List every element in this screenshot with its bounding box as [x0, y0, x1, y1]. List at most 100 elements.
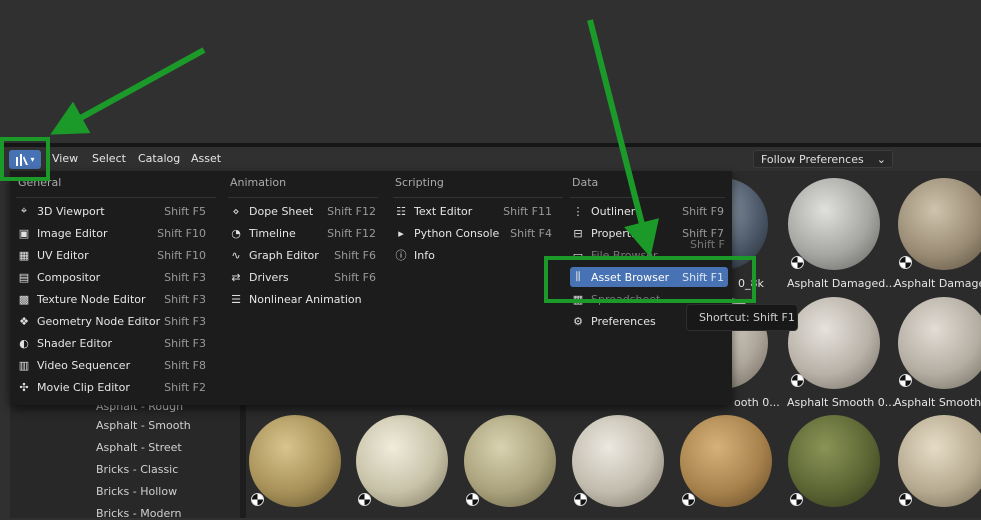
- menu-item-shader-editor[interactable]: ◐ Shader Editor: [16, 333, 112, 353]
- highlight-box-asset-browser: [544, 256, 756, 303]
- menu-asset[interactable]: Asset: [191, 152, 221, 165]
- geometry-node-icon: ❖: [19, 314, 29, 328]
- asset-browser-header: ▾ View Select Catalog Asset Follow Prefe…: [0, 147, 981, 171]
- asset-thumbnail[interactable]: [356, 415, 448, 507]
- image-editor-icon: ▣: [18, 226, 30, 240]
- menu-item-image-editor[interactable]: ▣ Image Editor: [16, 223, 108, 243]
- column-header-animation: Animation: [230, 176, 287, 189]
- menu-catalog[interactable]: Catalog: [138, 152, 180, 165]
- menu-item-label: Outliner: [591, 204, 636, 218]
- text-editor-icon: ☷: [396, 204, 406, 218]
- menu-item-label: Texture Node Editor: [37, 292, 146, 306]
- asset-thumbnail[interactable]: [572, 415, 664, 507]
- asset-type-icon: [790, 493, 803, 506]
- shortcut-label: Shift F3: [164, 315, 206, 328]
- separator: [393, 197, 563, 198]
- python-console-icon: ▸: [398, 226, 404, 240]
- menu-item-label: UV Editor: [37, 248, 89, 262]
- asset-type-icon: [899, 374, 912, 387]
- asset-name: Asphalt Damaged...: [787, 277, 896, 290]
- properties-icon: ⊟: [573, 226, 583, 240]
- asset-thumbnail[interactable]: [898, 297, 981, 389]
- nla-icon: ☰: [231, 292, 241, 306]
- shortcut-label: Shift F10: [157, 249, 206, 262]
- menu-item-label: Dope Sheet: [249, 204, 314, 218]
- menu-item-drivers[interactable]: ⇄ Drivers: [228, 267, 288, 287]
- asset-thumbnail[interactable]: [898, 415, 981, 507]
- menu-item-preferences[interactable]: ⚙ Preferences: [570, 311, 656, 331]
- shader-editor-icon: ◐: [19, 336, 29, 350]
- shortcut-label: Shift F11: [503, 205, 552, 218]
- shortcut-label: Shift F3: [164, 271, 206, 284]
- catalog-item[interactable]: Bricks - Hollow: [96, 485, 177, 498]
- menu-item-label: Text Editor: [414, 204, 473, 218]
- shortcut-label: Shift F4: [510, 227, 552, 240]
- shortcut-file-browser: Shift F: [690, 238, 725, 251]
- graph-editor-icon: ∿: [231, 248, 241, 262]
- menu-item-graph-editor[interactable]: ∿ Graph Editor: [228, 245, 318, 265]
- menu-item-text-editor[interactable]: ☷ Text Editor: [393, 201, 472, 221]
- menu-item-movie-clip-editor[interactable]: ✣ Movie Clip Editor: [16, 377, 130, 397]
- menu-item-label: Preferences: [591, 314, 656, 328]
- menu-item-video-sequencer[interactable]: ▥ Video Sequencer: [16, 355, 130, 375]
- asset-library-dropdown[interactable]: Follow Preferences ⌄: [753, 150, 893, 168]
- asset-thumbnail[interactable]: [788, 178, 880, 270]
- menu-item-uv-editor[interactable]: ▦ UV Editor: [16, 245, 89, 265]
- 3d-viewport-icon: ⌖: [20, 204, 28, 217]
- outliner-icon: ⋮: [572, 204, 584, 218]
- menu-item-timeline[interactable]: ◔ Timeline: [228, 223, 296, 243]
- asset-thumbnail[interactable]: [788, 415, 880, 507]
- menu-item-info[interactable]: ⓘ Info: [393, 245, 435, 265]
- catalog-item[interactable]: Bricks - Classic: [96, 463, 178, 476]
- catalog-item[interactable]: Asphalt - Smooth: [96, 419, 191, 432]
- catalog-item[interactable]: Asphalt - Street: [96, 441, 182, 454]
- shortcut-label: Shift F6: [334, 249, 376, 262]
- menu-item-texture-node-editor[interactable]: ▩ Texture Node Editor: [16, 289, 146, 309]
- menu-item-properties[interactable]: ⊟ Properties: [570, 223, 646, 243]
- catalog-item[interactable]: Bricks - Modern: [96, 507, 182, 520]
- shortcut-label: Shift F5: [164, 205, 206, 218]
- shortcut-label: Shift F6: [334, 271, 376, 284]
- asset-thumbnail[interactable]: [464, 415, 556, 507]
- asset-thumbnail[interactable]: [898, 178, 981, 270]
- uv-editor-icon: ▦: [18, 248, 30, 262]
- menu-select[interactable]: Select: [92, 152, 126, 165]
- menu-item-label: Nonlinear Animation: [249, 292, 362, 306]
- shortcut-label: Shift F3: [164, 293, 206, 306]
- asset-thumbnail[interactable]: [249, 415, 341, 507]
- menu-view[interactable]: View: [52, 152, 78, 165]
- separator: [570, 197, 725, 198]
- menu-item-outliner[interactable]: ⋮ Outliner: [570, 201, 636, 221]
- menu-item-3d-viewport[interactable]: ⌖ 3D Viewport: [16, 201, 105, 221]
- shortcut-label: Shift F2: [164, 381, 206, 394]
- compositor-icon: ▤: [18, 270, 30, 284]
- asset-name: Asphalt Smooth 0...: [787, 396, 896, 409]
- info-icon: ⓘ: [395, 249, 407, 262]
- separator: [16, 197, 216, 198]
- asset-type-icon: [791, 374, 804, 387]
- menu-item-compositor[interactable]: ▤ Compositor: [16, 267, 100, 287]
- shortcut-label: Shift F12: [327, 227, 376, 240]
- menu-item-label: Shader Editor: [37, 336, 113, 350]
- texture-node-icon: ▩: [18, 292, 30, 306]
- menu-item-python-console[interactable]: ▸ Python Console: [393, 223, 499, 243]
- asset-thumbnail[interactable]: [680, 415, 772, 507]
- menu-item-label: Timeline: [249, 226, 296, 240]
- timeline-icon: ◔: [231, 226, 241, 240]
- preferences-icon: ⚙: [573, 314, 583, 328]
- asset-type-icon: [358, 493, 371, 506]
- asset-name: Asphalt Damaged: [894, 277, 981, 290]
- menu-item-label: Video Sequencer: [37, 358, 131, 372]
- asset-type-icon: [791, 256, 804, 269]
- menu-item-geometry-node-editor[interactable]: ❖ Geometry Node Editor: [16, 311, 160, 331]
- movie-clip-icon: ✣: [19, 380, 29, 394]
- menu-item-dope-sheet[interactable]: ⋄ Dope Sheet: [228, 201, 314, 221]
- menu-item-label: 3D Viewport: [37, 204, 105, 218]
- shortcut-label: Shift F10: [157, 227, 206, 240]
- upper-editor-area: [0, 0, 981, 143]
- menu-item-nonlinear-animation[interactable]: ☰ Nonlinear Animation: [228, 289, 362, 309]
- menu-item-label: Python Console: [414, 226, 500, 240]
- shortcut-label: Shift F9: [682, 205, 724, 218]
- video-sequencer-icon: ▥: [18, 358, 30, 372]
- menu-item-label: Image Editor: [37, 226, 108, 240]
